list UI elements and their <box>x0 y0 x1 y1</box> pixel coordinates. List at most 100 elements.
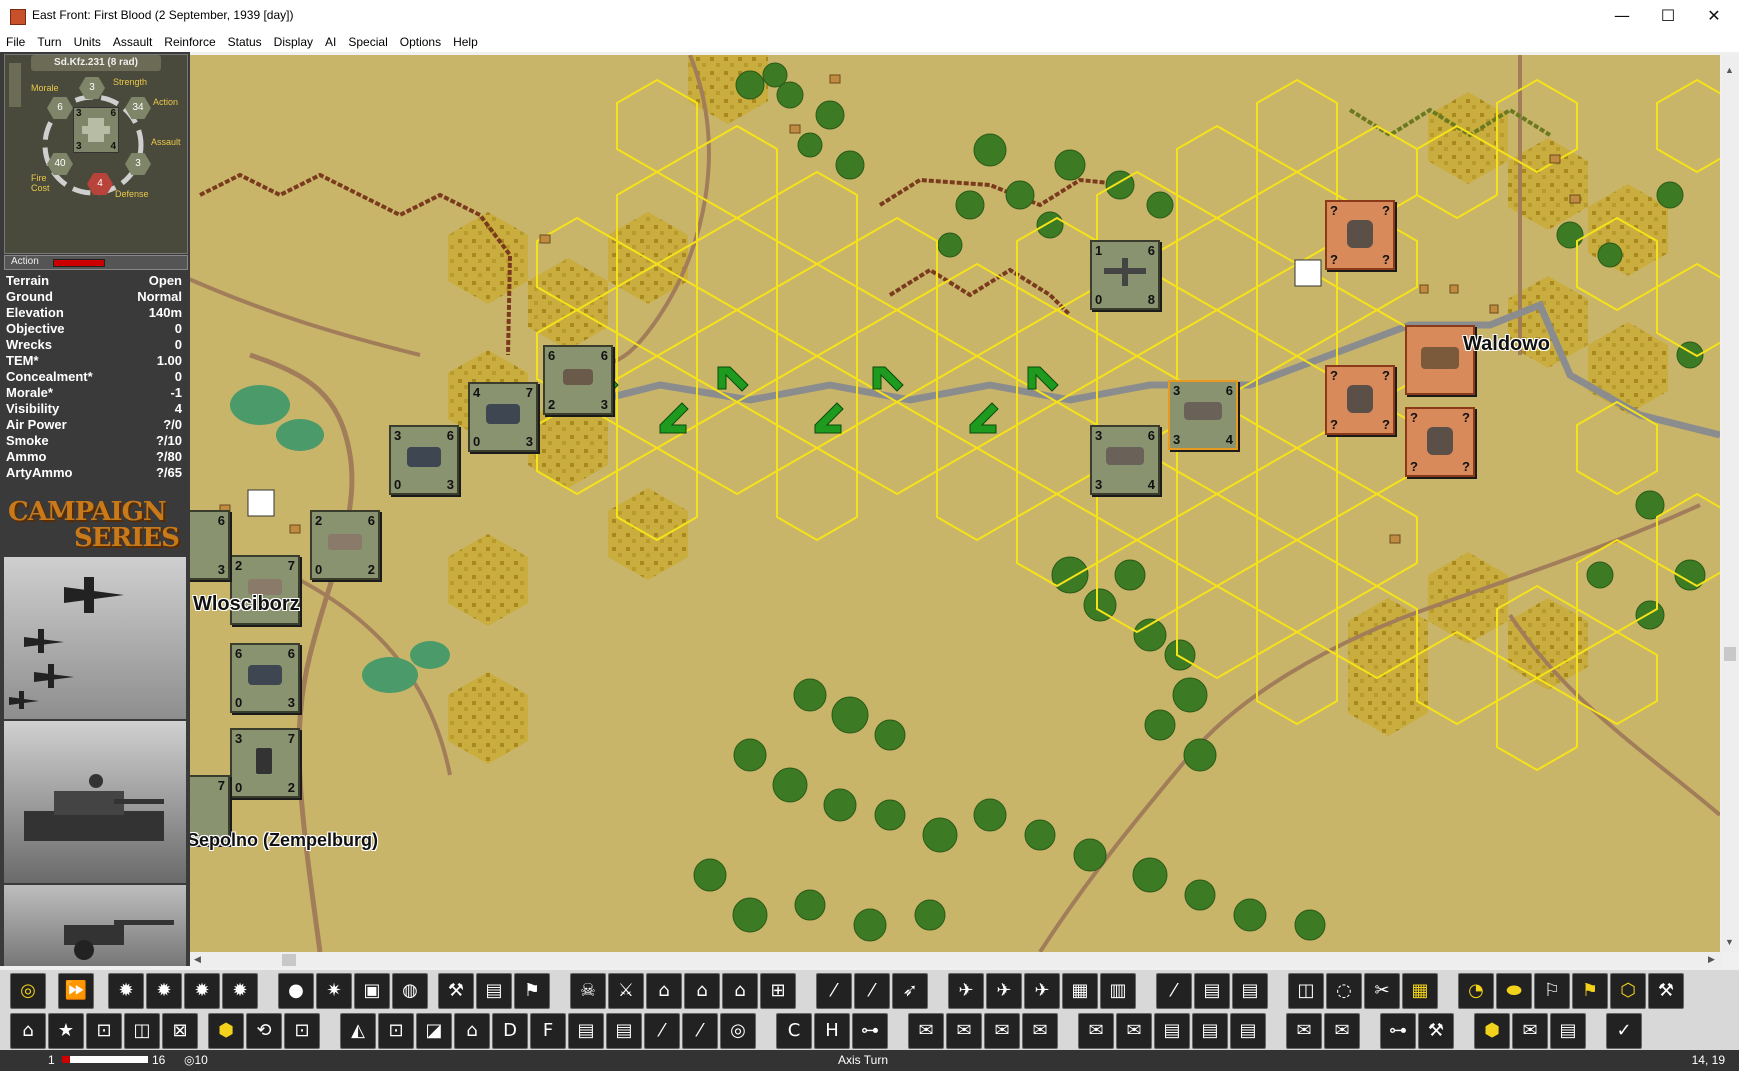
scroll-left-icon[interactable]: ◀ <box>194 954 201 965</box>
scissors-icon[interactable]: ✂ <box>1364 973 1400 1009</box>
scrollbar-thumb-h[interactable] <box>282 954 296 966</box>
menu-assault[interactable]: Assault <box>107 32 158 52</box>
scrollbar-thumb[interactable] <box>1724 647 1736 661</box>
target-icon[interactable]: ◎ <box>10 973 46 1009</box>
grenade-multi-icon[interactable]: ✹ <box>222 973 258 1009</box>
menu-reinforce[interactable]: Reinforce <box>158 32 221 52</box>
mortar-icon[interactable]: ⁄ <box>854 973 890 1009</box>
message-plus-icon[interactable]: ✉ <box>946 1013 982 1049</box>
tools-info-icon[interactable]: ⚒ <box>1418 1013 1454 1049</box>
german-unit[interactable]: 6 6 0 3 <box>230 643 300 713</box>
bridge-icon[interactable]: ⚒ <box>438 973 474 1009</box>
tools-icon[interactable]: ⚒ <box>1648 973 1684 1009</box>
vertical-scrollbar[interactable]: ▲ ▼ <box>1722 55 1739 952</box>
hex-info-icon[interactable]: ⬢ <box>1474 1013 1510 1049</box>
report-copy-icon[interactable]: ▤ <box>1230 1013 1266 1049</box>
transport-list-icon[interactable]: ▤ <box>606 1013 642 1049</box>
message-out-icon[interactable]: ✉ <box>1116 1013 1152 1049</box>
message-add-icon[interactable]: ✉ <box>908 1013 944 1049</box>
report-add-icon[interactable]: ▤ <box>1192 1013 1228 1049</box>
menu-status[interactable]: Status <box>222 32 268 52</box>
plane-land-icon[interactable]: ✈ <box>986 973 1022 1009</box>
game-map[interactable]: 6 6 2 3 4 7 0 3 3 6 0 3 2 6 0 2 2 7 6 6 … <box>190 55 1720 952</box>
factory-icon[interactable]: ⌂ <box>722 973 758 1009</box>
star-icon[interactable]: ★ <box>48 1013 84 1049</box>
menu-special[interactable]: Special <box>342 32 393 52</box>
message-info-icon[interactable]: ✉ <box>984 1013 1020 1049</box>
binoculars-icon[interactable]: ◎ <box>720 1013 756 1049</box>
vehicle-icon[interactable]: ▣ <box>354 973 390 1009</box>
flag-outline-icon[interactable]: ⚐ <box>1534 973 1570 1009</box>
group-icon[interactable]: ◫ <box>1288 973 1324 1009</box>
weapon-icon[interactable]: ⁄ <box>644 1013 680 1049</box>
fortification-icon[interactable]: ▥ <box>1100 973 1136 1009</box>
unit-card[interactable]: Sd.Kfz.231 (8 rad) 3 6 34 3 40 4 Strengt… <box>4 54 188 254</box>
book-icon[interactable]: ◫ <box>124 1013 160 1049</box>
grenade-remove-icon[interactable]: ✹ <box>184 973 220 1009</box>
scroll-up-icon[interactable]: ▲ <box>1725 65 1734 75</box>
refresh-icon[interactable]: ⟲ <box>246 1013 282 1049</box>
terrain-icon[interactable]: ◭ <box>340 1013 376 1049</box>
german-unit[interactable]: 3 6 3 4 <box>1090 425 1160 495</box>
scenario-icon[interactable]: ⊡ <box>284 1013 320 1049</box>
headquarters-icon[interactable]: ⌂ <box>10 1013 46 1049</box>
arty-icon[interactable]: ⁄ <box>1156 973 1192 1009</box>
hierarchy-icon[interactable]: ⊶ <box>1380 1013 1416 1049</box>
grenade-icon[interactable]: ✹ <box>108 973 144 1009</box>
globe-icon[interactable]: ◍ <box>392 973 428 1009</box>
mail-info-icon[interactable]: ✉ <box>1512 1013 1548 1049</box>
elevation-icon[interactable]: ◪ <box>416 1013 452 1049</box>
shell-icon[interactable]: ⁄ <box>682 1013 718 1049</box>
hq-icon[interactable]: H <box>814 1013 850 1049</box>
flag-icon[interactable]: ⚑ <box>1572 973 1608 1009</box>
message-minus-icon[interactable]: ✉ <box>1022 1013 1058 1049</box>
menu-display[interactable]: Display <box>268 32 319 52</box>
grenade-add-icon[interactable]: ✹ <box>146 973 182 1009</box>
objective-icon[interactable]: ⊡ <box>378 1013 414 1049</box>
menu-units[interactable]: Units <box>68 32 107 52</box>
fast-forward-icon[interactable]: ⏩ <box>58 973 94 1009</box>
plane-attack-icon[interactable]: ✈ <box>1024 973 1060 1009</box>
german-unit[interactable]: 3 6 0 3 <box>389 425 459 495</box>
d-marker-icon[interactable]: D <box>492 1013 528 1049</box>
german-unit[interactable]: 6 3 <box>190 510 230 580</box>
german-unit[interactable]: 6 6 2 3 <box>543 345 613 415</box>
grid-icon[interactable]: ▦ <box>1062 973 1098 1009</box>
rifle-icon[interactable]: ⁄ <box>816 973 852 1009</box>
rocket-icon[interactable]: ➶ <box>892 973 928 1009</box>
plane-icon[interactable]: ✈ <box>948 973 984 1009</box>
scroll-down-icon[interactable]: ▼ <box>1725 937 1734 947</box>
crossed-swords-icon[interactable]: ⚔ <box>608 973 644 1009</box>
mail-check-icon[interactable]: ✉ <box>1324 1013 1360 1049</box>
menu-ai[interactable]: AI <box>319 32 342 52</box>
report-icon[interactable]: ▤ <box>1154 1013 1190 1049</box>
german-unit[interactable]: 3 7 0 2 <box>230 728 300 798</box>
org-chart-icon[interactable]: ⊶ <box>852 1013 888 1049</box>
hex-settings-icon[interactable]: ⬡ <box>1610 973 1646 1009</box>
link-icon[interactable]: ◌ <box>1326 973 1362 1009</box>
scroll-right-icon[interactable]: ▶ <box>1708 954 1715 965</box>
shovel-icon[interactable]: ⚑ <box>514 973 550 1009</box>
rail-icon[interactable]: ⊞ <box>760 973 796 1009</box>
map-fold-icon[interactable]: ⊠ <box>162 1013 198 1049</box>
selected-german-unit[interactable]: 3 6 3 4 <box>1168 380 1238 450</box>
menu-options[interactable]: Options <box>394 32 447 52</box>
oval-icon[interactable]: ⬬ <box>1496 973 1532 1009</box>
message-in-icon[interactable]: ✉ <box>1078 1013 1114 1049</box>
town-icon[interactable]: ⌂ <box>454 1013 490 1049</box>
german-unit[interactable]: 2 6 0 2 <box>310 510 380 580</box>
hex-grid-icon[interactable]: ⬢ <box>208 1013 244 1049</box>
polish-unit[interactable]: ? ? ? ? <box>1325 365 1395 435</box>
truck-icon[interactable]: ▤ <box>476 973 512 1009</box>
polish-unit[interactable]: ? ? ? ? <box>1325 200 1395 270</box>
close-button[interactable]: ✕ <box>1691 0 1737 32</box>
f-marker-icon[interactable]: F <box>530 1013 566 1049</box>
minimize-button[interactable]: — <box>1599 0 1645 32</box>
gauge-icon[interactable]: ◔ <box>1458 973 1494 1009</box>
menu-file[interactable]: File <box>0 32 31 52</box>
unload-icon[interactable]: ▤ <box>1232 973 1268 1009</box>
explosion-icon[interactable]: ✷ <box>316 973 352 1009</box>
c-marker-icon[interactable]: C <box>776 1013 812 1049</box>
end-turn-check-icon[interactable]: ✓ <box>1606 1013 1642 1049</box>
menu-help[interactable]: Help <box>447 32 484 52</box>
